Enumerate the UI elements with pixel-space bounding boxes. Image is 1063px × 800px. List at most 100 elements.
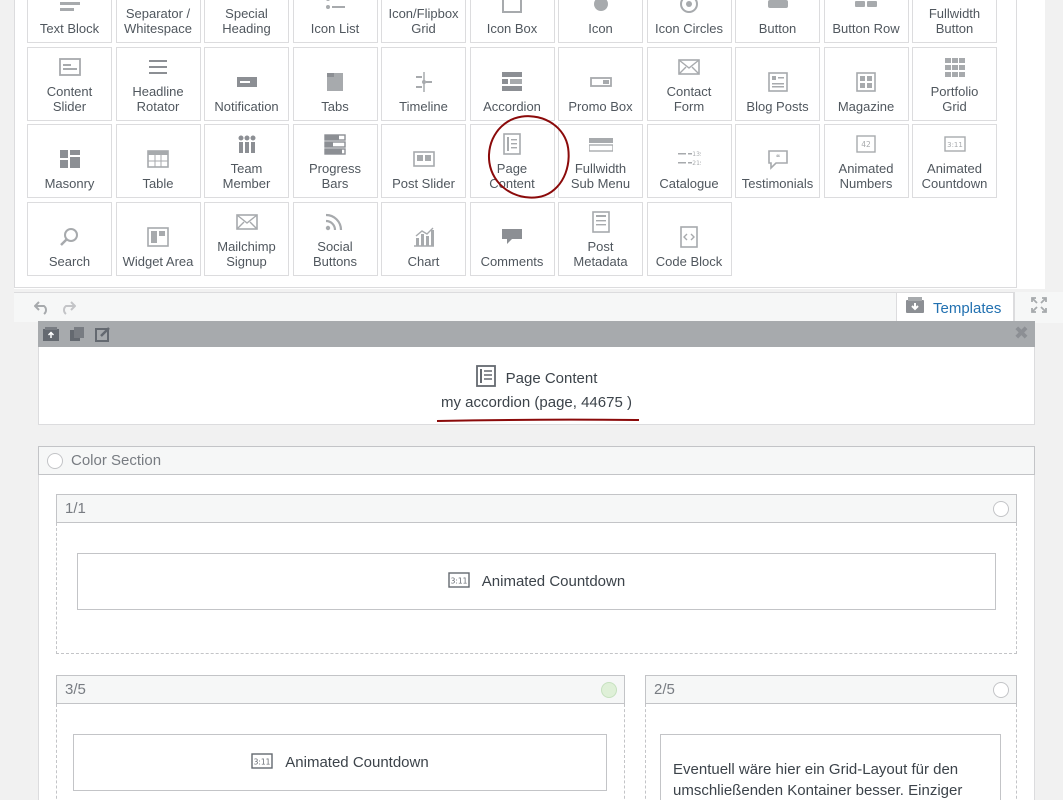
palette-tile-social-buttons[interactable]: Social Buttons [292,201,378,276]
palette-tile-contact-form[interactable]: Contact Form [646,46,732,121]
palette-tile-label: Icon/Flipbox Grid [388,6,459,36]
palette-tile-animated-numbers[interactable]: 42 Animated Numbers [823,124,909,198]
text-block-element[interactable]: Eventuell wäre hier ein Grid-Layout für … [660,734,1001,800]
column-1-1-label: 1/1 [65,500,86,517]
templates-icon [905,297,925,319]
palette-tile-fullwidth-sub-menu[interactable]: Fullwidth Sub Menu [558,124,643,198]
column-2-5-toggle[interactable] [993,682,1009,698]
testimonials-icon: ❝ [764,146,792,172]
palette-tile-portfolio-grid[interactable]: Portfolio Grid [912,46,997,121]
palette-tile-label: Icon Circles [655,21,723,36]
svg-text:3:11: 3:11 [254,757,271,766]
color-section-label: Color Section [71,452,162,469]
palette-tile-search[interactable]: Search [27,201,112,276]
animated-countdown-element[interactable]: 3:11 Animated Countdown [77,553,996,610]
page-content-element[interactable]: Page Content my accordion (page, 44675 ) [38,347,1035,425]
separator-icon [144,0,172,2]
masonry-icon [56,146,84,172]
palette-tile-label: Button Row [832,21,900,36]
palette-tile-magazine[interactable]: Magazine [823,46,909,121]
palette-tile-chart[interactable]: Chart [381,201,466,276]
palette-tile-testimonials[interactable]: ❝ Testimonials [735,124,820,198]
column-1-1-toggle[interactable] [993,501,1009,517]
palette-tile-label: Accordion [483,98,541,114]
post-slider-icon [410,146,438,172]
save-template-icon[interactable] [42,325,60,343]
palette-tile-button-row[interactable]: Button Row [823,0,909,43]
envelope-icon [233,209,261,235]
palette-tile-label: Icon List [310,21,360,36]
headline-rotator-icon [144,54,172,80]
page-content-icon [498,131,526,157]
palette-tile-promo-box[interactable]: Promo Box [558,46,643,121]
palette-tile-catalogue[interactable]: 13$21$Catalogue [646,124,732,198]
palette-tile-separator-whitespace[interactable]: Separator / Whitespace [115,0,201,43]
svg-text:13$: 13$ [692,151,701,158]
palette-tile-table[interactable]: Table [115,124,201,198]
palette-tile-label: Widget Area [122,253,194,269]
palette-tile-timeline[interactable]: Timeline [381,46,466,121]
countdown-icon: 3:11 [941,131,969,157]
palette-tile-masonry[interactable]: Masonry [27,124,112,198]
text-block-icon [56,0,84,17]
column-1-1-header[interactable]: 1/1 [56,494,1017,523]
palette-tile-icon-flipbox-grid[interactable]: Icon/Flipbox Grid [381,0,466,43]
undo-icon[interactable] [33,301,50,315]
palette-tile-animated-countdown[interactable]: 3:11 Animated Countdown [912,124,997,198]
color-section-toggle[interactable] [47,452,63,469]
palette-tile-icon-circles[interactable]: Icon Circles [646,0,732,43]
palette-tile-icon-list[interactable]: Icon List [292,0,378,43]
color-section-header[interactable]: Color Section [38,446,1035,475]
templates-button[interactable]: Templates [896,292,1014,323]
countdown-icon: 3:11 [251,752,273,773]
palette-tile-special-heading[interactable]: Special Heading [204,0,289,43]
palette-tile-fullwidth-button[interactable]: Fullwidth Button [912,0,997,43]
search-icon [56,224,84,250]
palette-tile-post-slider[interactable]: Post Slider [381,124,466,198]
palette-tile-icon[interactable]: Icon [558,0,643,43]
column-3-5-toggle[interactable] [601,682,617,698]
palette-tile-tabs[interactable]: Tabs [292,46,378,121]
animated-numbers-icon: 42 [852,131,880,157]
animated-countdown-element-2[interactable]: 3:11 Animated Countdown [73,734,607,791]
palette-tile-widget-area[interactable]: Widget Area [115,201,201,276]
palette-tile-mailchimp-signup[interactable]: Mailchimp Signup [204,201,289,276]
blog-posts-icon [764,69,792,95]
button-icon [764,0,792,17]
page-content-icon [475,365,496,391]
animated-countdown-label: Animated Countdown [481,573,626,590]
palette-tile-blog-posts[interactable]: Blog Posts [735,46,820,121]
palette-tile-accordion[interactable]: Accordion [469,46,555,121]
palette-tile-comments[interactable]: Comments [469,201,555,276]
palette-tile-code-block[interactable]: Code Block [646,201,732,276]
notification-icon [233,69,261,95]
magazine-icon [852,69,880,95]
progress-bars-icon [321,131,349,157]
palette-tile-button[interactable]: Button [735,0,820,43]
palette-tile-headline-rotator[interactable]: Headline Rotator [115,46,201,121]
palette-tile-label: Animated Countdown [921,161,988,191]
palette-tile-team-member[interactable]: Team Member [204,124,289,198]
palette-tile-content-slider[interactable]: Content Slider [27,46,112,121]
palette-tile-post-metadata[interactable]: Post Metadata [558,201,643,276]
icon-list-icon [321,0,349,17]
svg-text:❝: ❝ [775,153,779,162]
redo-icon[interactable] [60,301,77,315]
palette-tile-page-content[interactable]: Page Content [469,124,555,198]
icon-icon [587,0,615,17]
palette-tile-text-block[interactable]: Text Block [27,0,112,43]
clone-icon[interactable] [68,325,86,343]
column-2-5-header[interactable]: 2/5 [645,675,1017,704]
palette-tile-label: Search [48,253,91,269]
palette-tile-progress-bars[interactable]: Progress Bars [292,124,378,198]
edit-icon[interactable] [94,325,112,343]
column-3-5-header[interactable]: 3/5 [56,675,625,704]
timeline-icon [410,69,438,95]
palette-tile-icon-box[interactable]: Icon Box [469,0,555,43]
fullwidth-submenu-icon [587,131,615,157]
remove-element-icon[interactable]: ✖ [1014,324,1029,342]
palette-tile-notification[interactable]: Notification [204,46,289,121]
special-heading-icon [233,0,261,2]
animated-countdown-label: Animated Countdown [285,754,429,771]
fullscreen-button[interactable] [1014,292,1063,323]
